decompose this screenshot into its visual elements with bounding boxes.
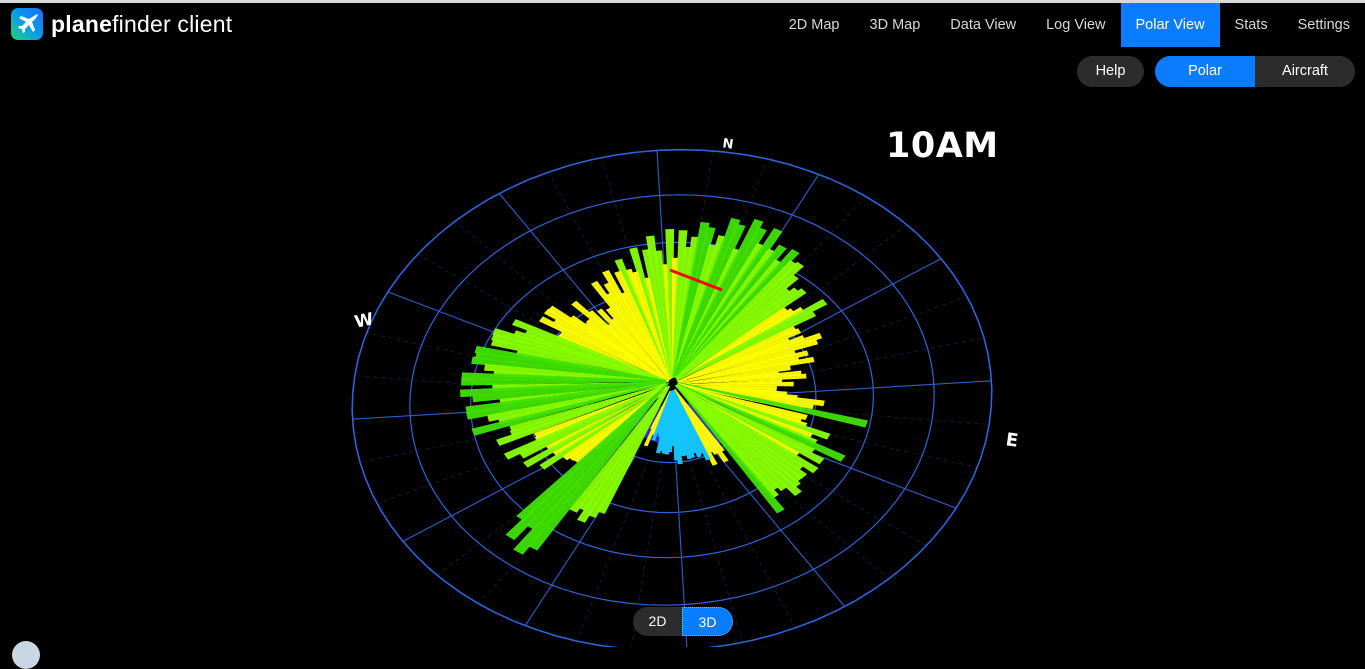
2d-button[interactable]: 2D bbox=[633, 607, 682, 636]
3d-button[interactable]: 3D bbox=[682, 607, 733, 636]
corner-widget bbox=[12, 641, 40, 669]
time-of-day-label: 10AM bbox=[886, 126, 999, 166]
compass-east-label: E bbox=[1004, 429, 1019, 452]
compass-north-label: N bbox=[721, 136, 734, 152]
compass-west-label: W bbox=[353, 309, 376, 333]
polar-range-plot[interactable]: N W E bbox=[0, 0, 1365, 647]
dimension-toggle: 2D 3D bbox=[633, 607, 733, 636]
polar-coverage-bars bbox=[459, 217, 869, 555]
